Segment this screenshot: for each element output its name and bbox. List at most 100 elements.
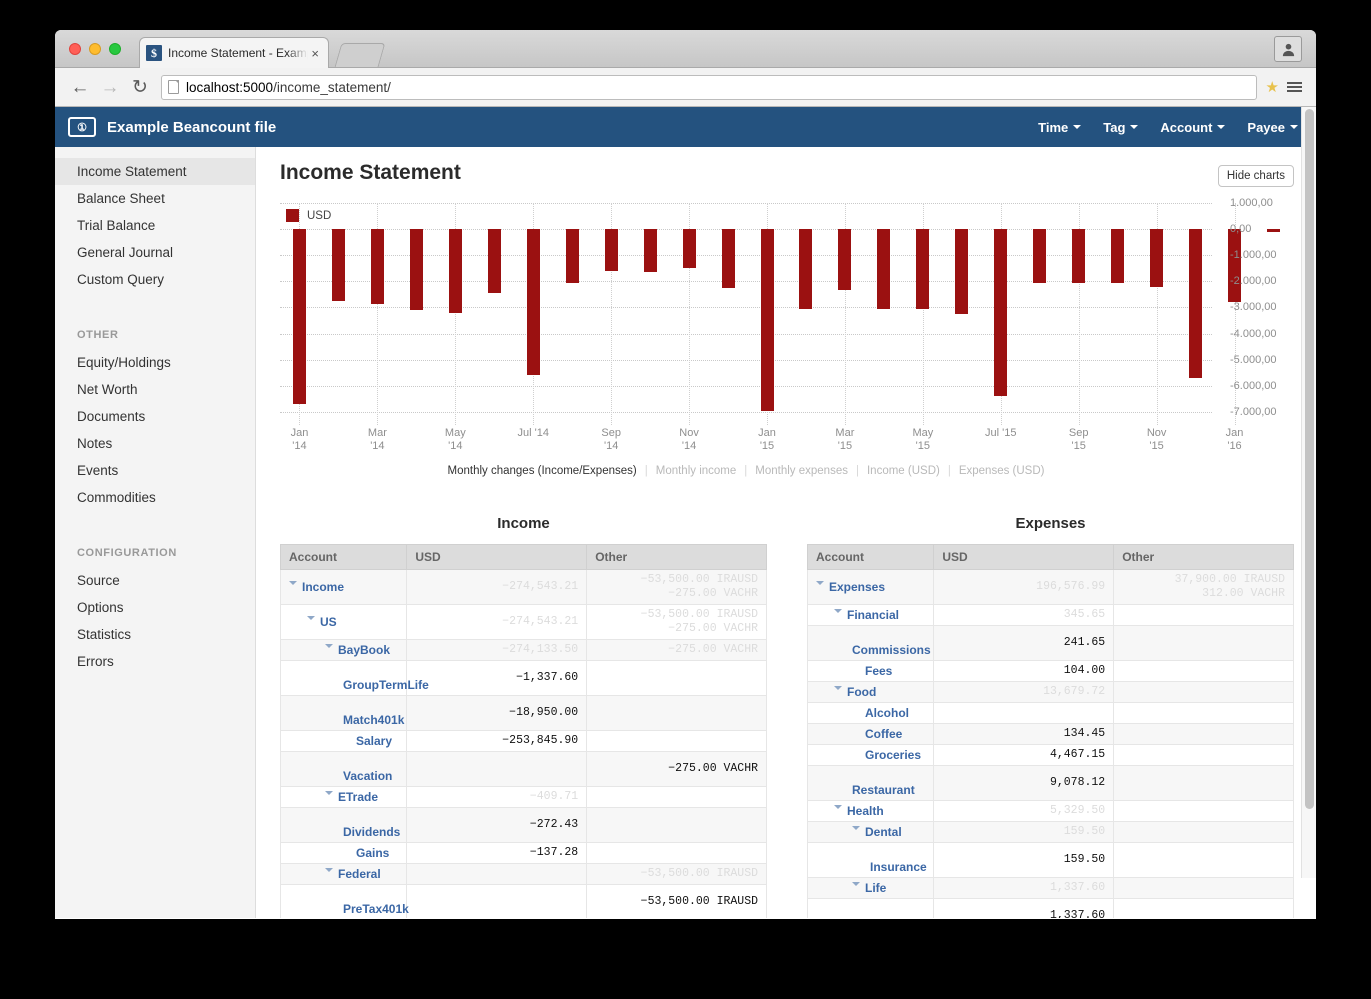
account-link[interactable]: GroupTermLife (343, 678, 429, 692)
caret-down-icon[interactable] (834, 686, 842, 694)
window-maximize-button[interactable] (109, 43, 121, 55)
sidebar-item-notes[interactable]: Notes (55, 430, 255, 457)
chart-bar[interactable] (566, 229, 579, 283)
hamburger-menu-icon[interactable] (1283, 82, 1306, 92)
column-header-usd[interactable]: USD (934, 545, 1114, 570)
chart-tab-monthly-income[interactable]: Monthly income (648, 465, 745, 477)
browser-tab[interactable]: $ Income Statement - Examp × (139, 37, 329, 68)
brand[interactable]: ① Example Beancount file (68, 117, 276, 137)
sidebar-item-trial-balance[interactable]: Trial Balance (55, 212, 255, 239)
account-link[interactable]: Coffee (865, 727, 902, 741)
account-link[interactable]: Health (847, 804, 884, 818)
account-link[interactable]: Groceries (865, 748, 921, 762)
account-link[interactable]: Match401k (343, 713, 404, 727)
column-header-usd[interactable]: USD (407, 545, 587, 570)
chart-bar[interactable] (799, 229, 812, 309)
sidebar-item-balance-sheet[interactable]: Balance Sheet (55, 185, 255, 212)
table-row[interactable]: ETrade−409.71 (281, 787, 767, 808)
account-link[interactable]: Fees (865, 664, 892, 678)
account-link[interactable]: ETrade (338, 790, 378, 804)
column-header-other[interactable]: Other (587, 545, 767, 570)
window-minimize-button[interactable] (89, 43, 101, 55)
chart-bar[interactable] (994, 229, 1007, 396)
back-button[interactable]: ← (65, 78, 95, 97)
chart-bar[interactable] (955, 229, 968, 314)
table-row[interactable]: Dividends−272.43 (281, 808, 767, 843)
chart-bar[interactable] (293, 229, 306, 404)
hide-charts-button[interactable]: Hide charts (1218, 165, 1294, 187)
caret-down-icon[interactable] (307, 616, 315, 624)
chart-tab-expenses-usd[interactable]: Expenses (USD) (951, 465, 1053, 477)
table-row[interactable]: Life1,337.60 (808, 878, 1294, 899)
sidebar-item-options[interactable]: Options (55, 594, 255, 621)
table-row[interactable]: Coffee134.45 (808, 724, 1294, 745)
table-row[interactable]: Federal−53,500.00 IRAUSD (281, 864, 767, 885)
chart-tab-monthly-expenses[interactable]: Monthly expenses (747, 465, 856, 477)
sidebar-item-events[interactable]: Events (55, 457, 255, 484)
table-row[interactable]: Dental159.50 (808, 822, 1294, 843)
chart-bar[interactable] (1228, 229, 1241, 302)
account-link[interactable]: Expenses (829, 580, 885, 594)
caret-down-icon[interactable] (852, 882, 860, 890)
table-row[interactable]: BayBook−274,133.50−275.00 VACHR (281, 640, 767, 661)
sidebar-item-statistics[interactable]: Statistics (55, 621, 255, 648)
nav-menu-payee[interactable]: Payee (1247, 120, 1298, 135)
table-row[interactable]: Alcohol (808, 703, 1294, 724)
chart-bar[interactable] (916, 229, 929, 309)
nav-menu-account[interactable]: Account (1160, 120, 1225, 135)
caret-down-icon[interactable] (834, 805, 842, 813)
table-row[interactable]: GroupTermLife−1,337.60 (281, 661, 767, 696)
account-link[interactable]: Gains (356, 846, 389, 860)
chart-bar[interactable] (1189, 229, 1202, 378)
chart-bar[interactable] (1150, 229, 1163, 286)
account-link[interactable]: Financial (847, 608, 899, 622)
close-icon[interactable]: × (308, 46, 322, 61)
account-link[interactable]: Vacation (343, 769, 392, 783)
chart-tab-income-usd[interactable]: Income (USD) (859, 465, 948, 477)
sidebar-item-commodities[interactable]: Commodities (55, 484, 255, 511)
caret-down-icon[interactable] (834, 609, 842, 617)
account-link[interactable]: GroupTermLife (870, 916, 956, 918)
caret-down-icon[interactable] (852, 826, 860, 834)
account-link[interactable]: Restaurant (852, 783, 915, 797)
table-row[interactable]: Health5,329.50 (808, 801, 1294, 822)
account-link[interactable]: PreTax401k (343, 902, 409, 916)
column-header-account[interactable]: Account (808, 545, 934, 570)
nav-menu-time[interactable]: Time (1038, 120, 1081, 135)
table-row[interactable]: Match401k−18,950.00 (281, 696, 767, 731)
chart-bar[interactable] (410, 229, 423, 310)
chart-bar[interactable] (1111, 229, 1124, 283)
table-row[interactable]: Insurance159.50 (808, 843, 1294, 878)
chart-bar[interactable] (722, 229, 735, 288)
table-row[interactable]: Commissions241.65 (808, 626, 1294, 661)
chart-bar[interactable] (449, 229, 462, 313)
sidebar-item-errors[interactable]: Errors (55, 648, 255, 675)
sidebar-item-custom-query[interactable]: Custom Query (55, 266, 255, 293)
chart-bar[interactable] (1033, 229, 1046, 283)
column-header-account[interactable]: Account (281, 545, 407, 570)
account-link[interactable]: Commissions (852, 643, 931, 657)
sidebar-item-net-worth[interactable]: Net Worth (55, 376, 255, 403)
nav-menu-tag[interactable]: Tag (1103, 120, 1138, 135)
account-link[interactable]: Alcohol (865, 706, 909, 720)
chart-bar[interactable] (527, 229, 540, 375)
table-row[interactable]: US−274,543.21−53,500.00 IRAUSD−275.00 VA… (281, 605, 767, 640)
scrollbar-thumb[interactable] (1305, 109, 1314, 809)
account-link[interactable]: Income (302, 580, 344, 594)
table-row[interactable]: Financial345.65 (808, 605, 1294, 626)
chart-bar[interactable] (683, 229, 696, 268)
address-bar[interactable]: localhost:5000/income_statement/ (161, 75, 1257, 100)
table-row[interactable]: Fees104.00 (808, 661, 1294, 682)
reload-button[interactable]: ↻ (125, 78, 155, 97)
caret-down-icon[interactable] (289, 581, 297, 589)
table-row[interactable]: Restaurant9,078.12 (808, 766, 1294, 801)
profile-button[interactable] (1274, 36, 1302, 62)
chart-bar[interactable] (605, 229, 618, 271)
account-link[interactable]: Federal (338, 867, 381, 881)
account-link[interactable]: Food (847, 685, 876, 699)
table-row[interactable]: PreTax401k−53,500.00 IRAUSD (281, 885, 767, 919)
chart-plot-area[interactable] (280, 203, 1212, 425)
table-row[interactable]: Income−274,543.21−53,500.00 IRAUSD−275.0… (281, 570, 767, 605)
caret-down-icon[interactable] (325, 868, 333, 876)
account-link[interactable]: US (320, 615, 337, 629)
